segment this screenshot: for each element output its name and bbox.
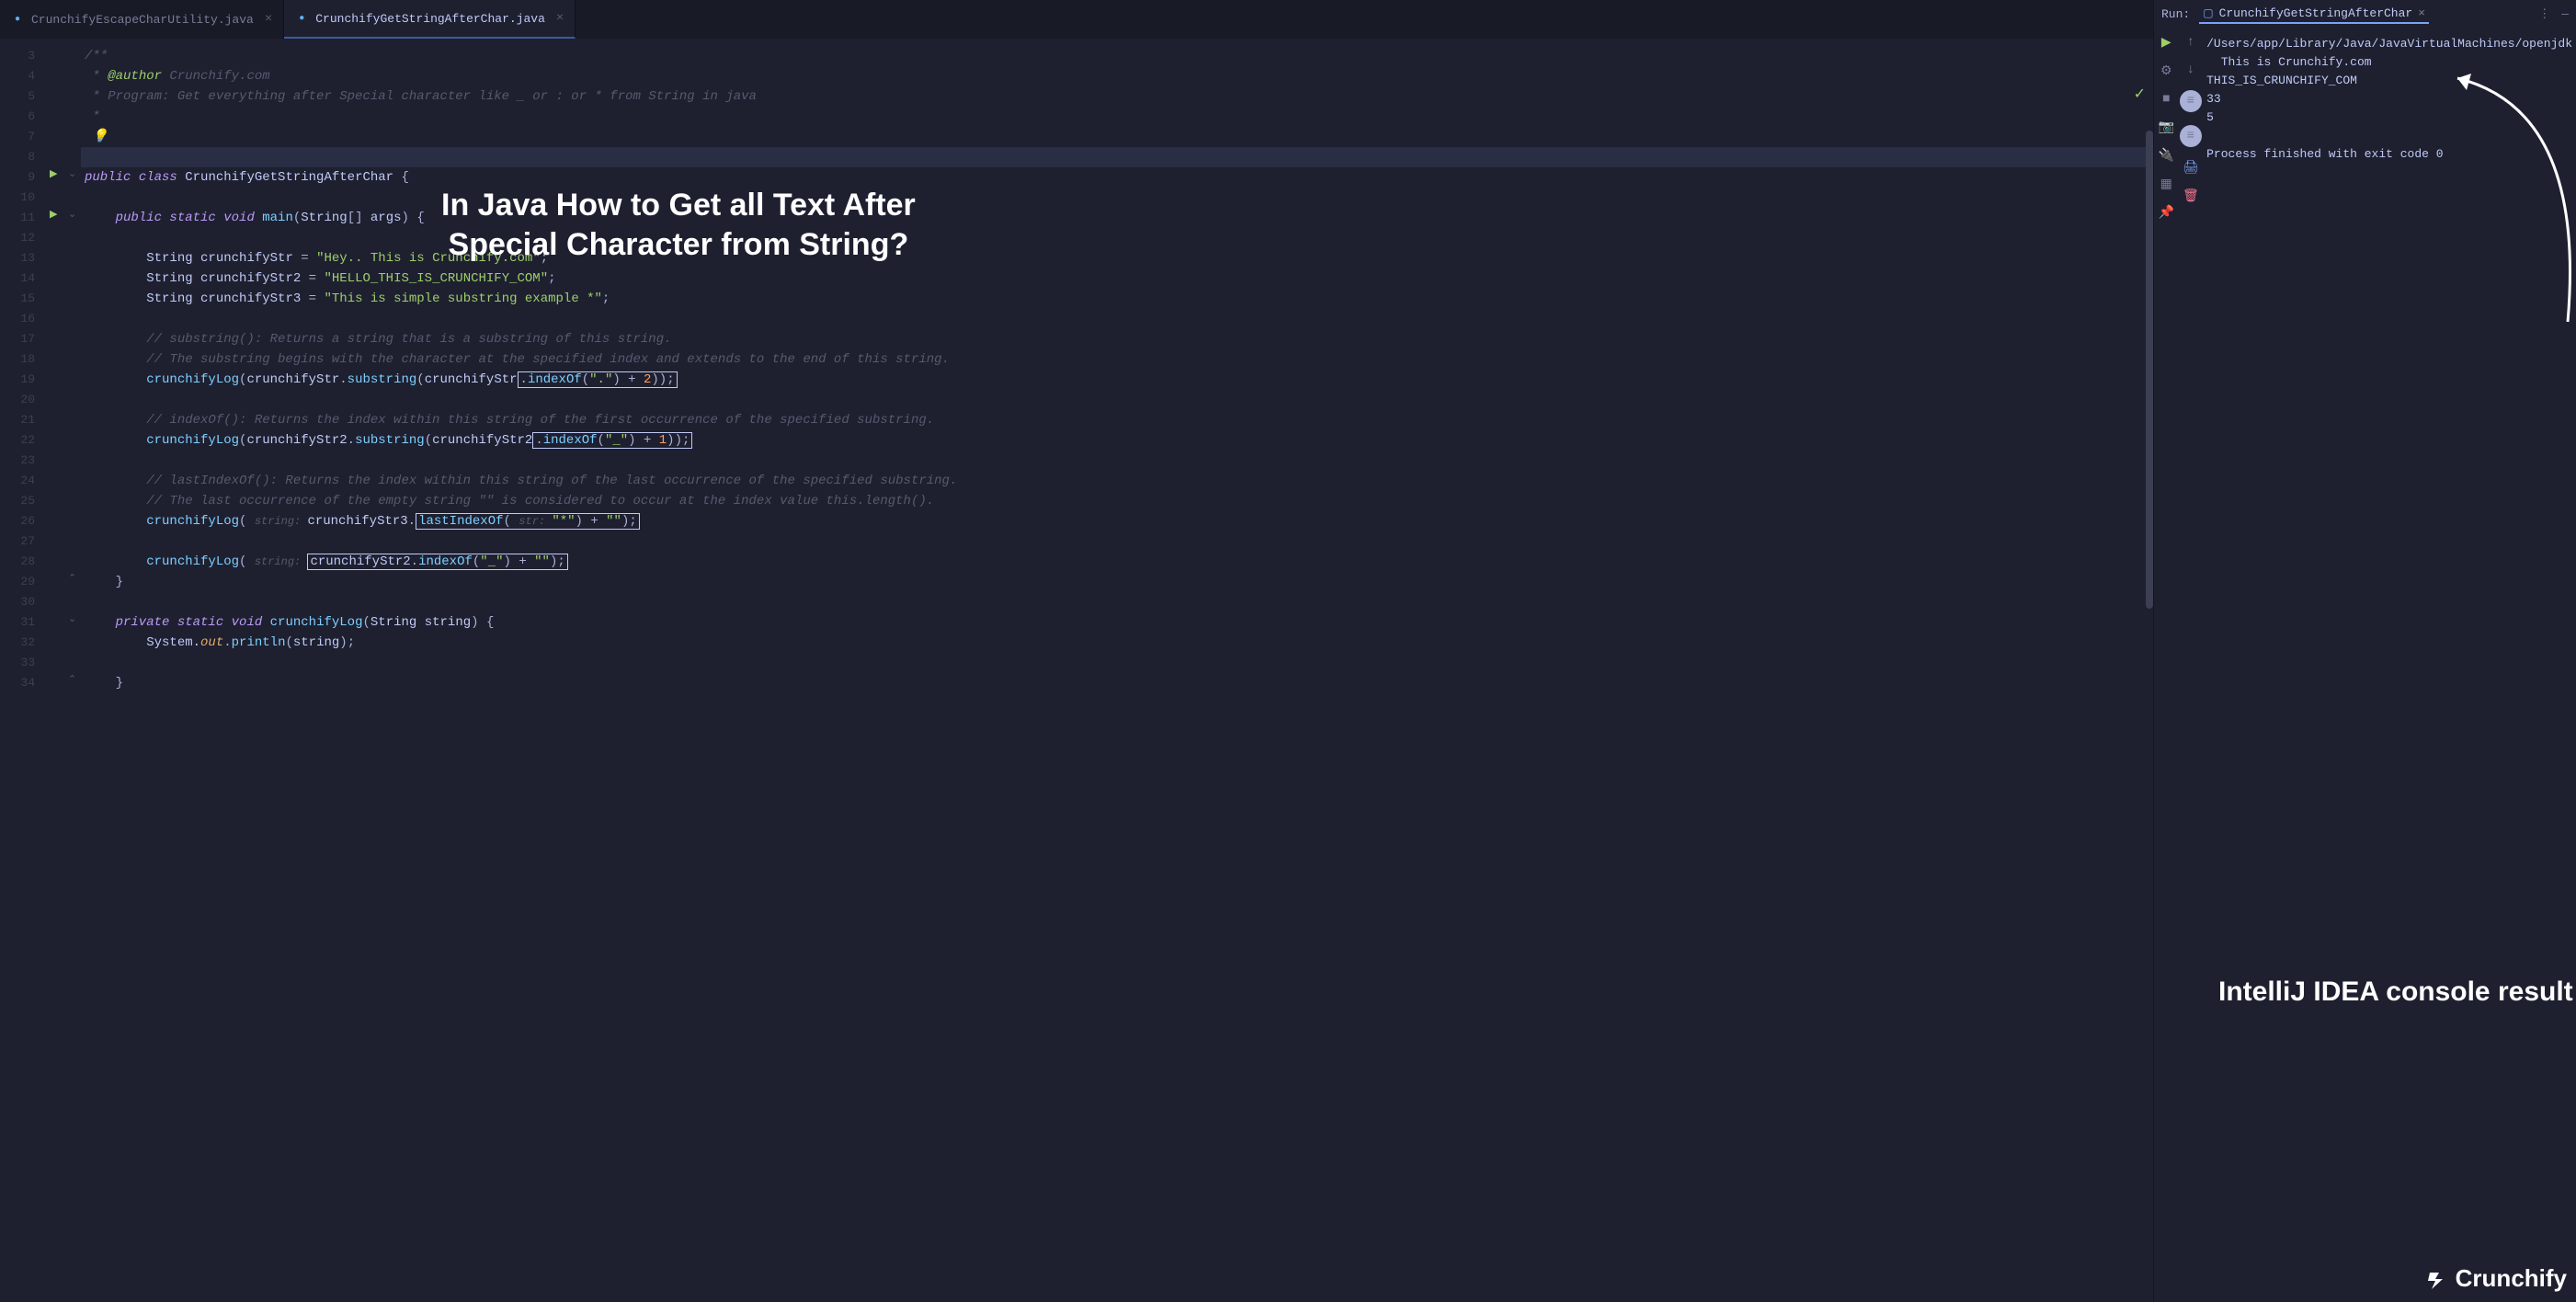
editor-tabs: ● CrunchifyEscapeCharUtility.java × ● Cr… [0, 0, 2153, 39]
fold-icon[interactable]: ⌄ [68, 208, 76, 221]
fold-gutter: ⌄ ⌄ ⌃ ⌄ ⌃ [68, 39, 81, 1302]
tab-label: CrunchifyGetStringAfterChar.java [315, 12, 545, 26]
fold-icon[interactable]: ⌃ [68, 572, 76, 585]
stop-icon[interactable]: ■ [2162, 92, 2170, 107]
close-icon[interactable]: × [2418, 6, 2425, 20]
run-panel: Run: ▢ CrunchifyGetStringAfterChar × ⋮ —… [2153, 0, 2576, 1302]
run-gutter: ▶ ▶ [46, 39, 68, 1302]
java-file-icon: ● [11, 13, 24, 26]
soft-wrap-icon[interactable]: ≡ [2180, 90, 2202, 112]
annotation-label: IntelliJ IDEA console result [2218, 976, 2573, 1008]
overlay-title: In Java How to Get all Text AfterSpecial… [441, 186, 916, 264]
checkmark-icon: ✓ [2134, 85, 2146, 103]
fold-icon[interactable]: ⌄ [68, 612, 76, 625]
crunchify-logo: Crunchify [2426, 1264, 2567, 1293]
tab-label: CrunchifyEscapeCharUtility.java [31, 13, 254, 27]
down-arrow-icon[interactable]: ↓ [2187, 63, 2194, 77]
run-config-tab[interactable]: ▢ CrunchifyGetStringAfterChar × [2199, 5, 2429, 24]
run-class-icon[interactable]: ▶ [50, 167, 57, 180]
fold-icon[interactable]: ⌃ [68, 673, 76, 686]
editor-body: 3 4 5 6 7 8 9 10 11 12 13 14 15 16 17 18… [0, 39, 2153, 1302]
more-icon[interactable]: ⋮ [2538, 7, 2550, 21]
rerun-icon[interactable]: ▶ [2161, 35, 2171, 51]
tab-escape-char-utility[interactable]: ● CrunchifyEscapeCharUtility.java × [0, 0, 284, 39]
run-toolbar-left: ▶ ⚙ ■ 📷 🔌 ▦ 📌 [2154, 28, 2179, 1302]
attach-icon[interactable]: 🔌 [2159, 148, 2174, 164]
console-output[interactable]: /Users/app/Library/Java/JavaVirtualMachi… [2203, 28, 2576, 1302]
dump-icon[interactable]: 📷 [2159, 120, 2174, 135]
current-line [81, 147, 2153, 167]
pin-icon[interactable]: 📌 [2159, 205, 2174, 221]
close-icon[interactable]: × [265, 12, 272, 27]
run-config-icon: ▢ [2203, 6, 2213, 20]
fold-icon[interactable]: ⌄ [68, 167, 76, 180]
run-toolbar-inner: ↑ ↓ ≡ ≡ 🖨 🗑 [2179, 28, 2204, 1302]
run-header: Run: ▢ CrunchifyGetStringAfterChar × ⋮ — [2154, 0, 2576, 28]
run-label: Run: [2161, 7, 2190, 21]
scroll-to-end-icon[interactable]: ≡ [2180, 125, 2202, 147]
vertical-scrollbar[interactable] [2146, 131, 2153, 609]
delete-icon[interactable]: 🗑 [2183, 188, 2199, 204]
tab-get-string-after-char[interactable]: ● CrunchifyGetStringAfterChar.java × [284, 0, 576, 39]
close-icon[interactable]: × [556, 11, 564, 26]
java-file-icon: ● [295, 12, 308, 25]
run-body: ▶ ⚙ ■ 📷 🔌 ▦ 📌 ↑ ↓ ≡ ≡ 🖨 🗑 /Users/app/Lib… [2154, 28, 2576, 1302]
line-number-gutter: 3 4 5 6 7 8 9 10 11 12 13 14 15 16 17 18… [0, 39, 46, 1302]
print-icon[interactable]: 🖨 [2183, 160, 2199, 176]
minimize-icon[interactable]: — [2561, 7, 2569, 21]
run-method-icon[interactable]: ▶ [50, 208, 57, 221]
layout-icon[interactable]: ▦ [2160, 177, 2172, 192]
settings-icon[interactable]: ⚙ [2160, 63, 2172, 79]
editor-panel: ● CrunchifyEscapeCharUtility.java × ● Cr… [0, 0, 2153, 1302]
up-arrow-icon[interactable]: ↑ [2187, 35, 2194, 50]
code-area[interactable]: /** * @author Crunchify.com * Program: G… [81, 39, 2153, 1302]
